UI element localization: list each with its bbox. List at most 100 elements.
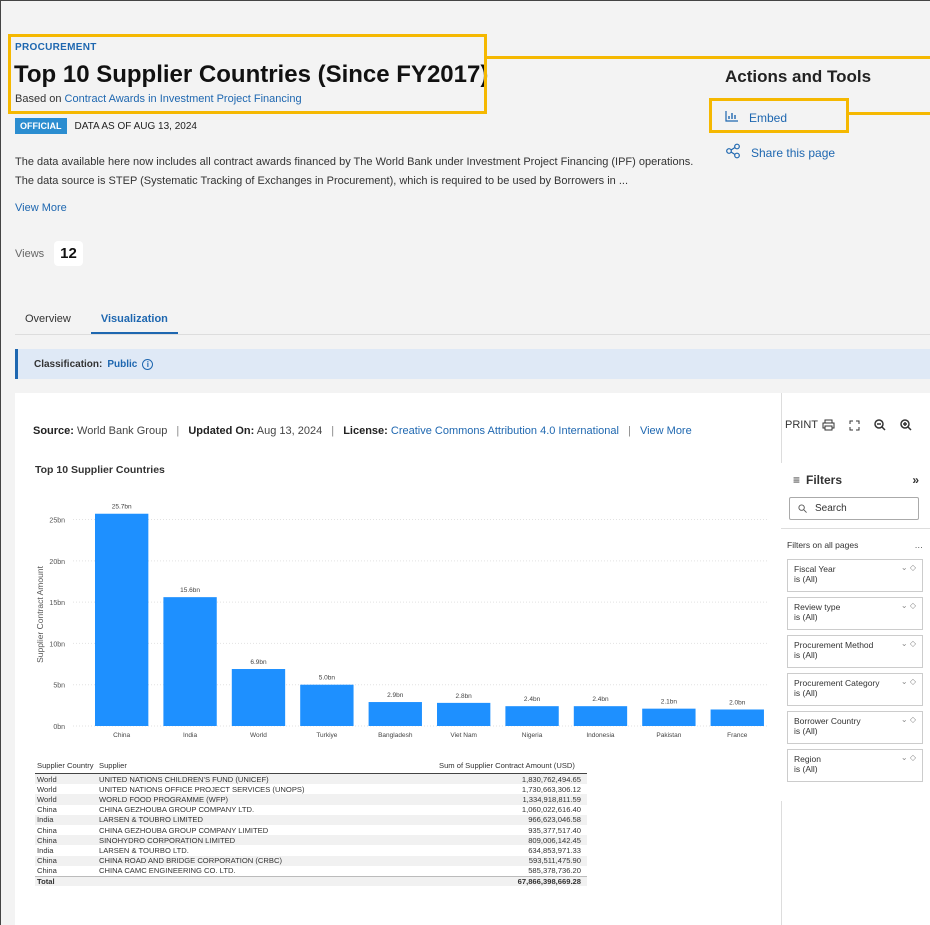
bar [95, 513, 149, 726]
cell-supplier: CHINA GEZHOUBA GROUP COMPANY LTD. [99, 805, 255, 815]
zoom-in-icon[interactable] [900, 419, 912, 431]
tab-overview[interactable]: Overview [15, 307, 81, 334]
x-tick-label: Bangladesh [378, 732, 413, 739]
chevron-down-icon[interactable]: ⌄ ◇ [901, 601, 916, 611]
search-placeholder: Search [815, 503, 847, 514]
col-header-country[interactable]: Supplier Country [35, 761, 99, 770]
supplier-table: Supplier Country Supplier Sum of Supplie… [35, 758, 587, 887]
cell-supplier: UNITED NATIONS CHILDREN'S FUND (UNICEF) [99, 774, 269, 784]
bar-chart: Top 10 Supplier Countries Supplier Contra… [35, 464, 767, 739]
col-header-amount[interactable]: Sum of Supplier Contract Amount (USD) [429, 761, 587, 770]
bar [437, 702, 491, 726]
total-value: 67,866,398,669.28 [517, 876, 581, 886]
filter-name: Procurement Category [794, 678, 880, 688]
x-tick-label: Indonesia [586, 732, 615, 739]
cell-country: China [37, 805, 57, 815]
filter-card[interactable]: Procurement Method is (All) ⌄ ◇ [787, 635, 923, 668]
cell-country: China [37, 835, 57, 845]
bar [163, 597, 217, 726]
table-row: China CHINA GEZHOUBA GROUP COMPANY LIMITE… [35, 825, 587, 835]
x-tick-label: Viet Nam [450, 732, 477, 739]
chevron-down-icon[interactable]: ⌄ ◇ [901, 677, 916, 687]
bar [368, 702, 422, 726]
collapse-pane-icon[interactable]: » [912, 473, 919, 487]
view-more-link[interactable]: View More [15, 202, 67, 214]
embed-button[interactable]: Embed [725, 110, 787, 125]
cell-country: World [37, 784, 57, 794]
tab-visualization[interactable]: Visualization [90, 307, 178, 334]
filter-search-input[interactable]: Search [789, 497, 919, 520]
license-link[interactable]: Creative Commons Attribution 4.0 Interna… [391, 425, 619, 437]
table-row: China CHINA ROAD AND BRIDGE CORPORATION (… [35, 855, 587, 866]
table-total-row: Total 67,866,398,669.28 [35, 875, 587, 887]
cell-amount: 1,730,663,306.12 [521, 784, 581, 794]
cell-country: China [37, 825, 57, 835]
share-button[interactable]: Share this page [725, 143, 835, 162]
cell-amount: 935,377,517.40 [528, 825, 581, 835]
cell-supplier: CHINA CAMC ENGINEERING CO. LTD. [99, 866, 236, 876]
print-label: PRINT [785, 419, 818, 431]
info-icon[interactable]: i [142, 358, 154, 370]
chevron-down-icon[interactable]: ⌄ ◇ [901, 563, 916, 573]
table-header: Supplier Country Supplier Sum of Supplie… [35, 758, 587, 774]
bar [573, 706, 628, 726]
bar [231, 669, 286, 726]
official-badge: OFFICIAL [15, 118, 67, 134]
data-label: 2.0bn [729, 699, 746, 706]
print-button[interactable]: PRINT [785, 419, 835, 431]
chevron-down-icon[interactable]: ⌄ ◇ [901, 715, 916, 725]
fullscreen-icon[interactable] [849, 420, 860, 431]
cell-amount: 809,006,142.45 [528, 835, 581, 845]
x-tick-label: World [250, 732, 267, 739]
page: PROCUREMENT Top 10 Supplier Countries (S… [0, 0, 930, 925]
description-line: The data source is STEP (Systematic Trac… [15, 175, 629, 187]
bar [642, 708, 696, 726]
cell-amount: 634,853,971.33 [528, 845, 581, 855]
filter-card[interactable]: Fiscal Year is (All) ⌄ ◇ [787, 559, 923, 592]
separator: | [331, 425, 335, 437]
bar [505, 706, 559, 726]
filters-title-wrap: ≡ Filters [793, 473, 842, 487]
filter-card[interactable]: Procurement Category is (All) ⌄ ◇ [787, 673, 923, 706]
col-header-supplier[interactable]: Supplier [99, 761, 429, 770]
filter-card[interactable]: Review type is (All) ⌄ ◇ [787, 597, 923, 630]
filter-name: Region [794, 754, 821, 764]
bar [300, 684, 354, 726]
y-tick-label: 5bn [53, 683, 65, 690]
filter-cards: Fiscal Year is (All) ⌄ ◇ Review type is (All… [781, 559, 930, 782]
cell-amount: 1,060,022,616.40 [521, 805, 581, 815]
source-label: Source: [33, 425, 74, 437]
cell-country: World [37, 794, 57, 804]
classification-bar: Classification: Public i [15, 349, 930, 379]
cell-country: India [37, 815, 54, 825]
chevron-down-icon[interactable]: ⌄ ◇ [901, 639, 916, 649]
table-row: World UNITED NATIONS OFFICE PROJECT SERVI… [35, 784, 587, 794]
zoom-out-icon[interactable] [874, 419, 886, 431]
data-label: 2.4bn [592, 696, 609, 703]
filter-card[interactable]: Borrower Country is (All) ⌄ ◇ [787, 711, 923, 744]
bar-chart-icon [725, 110, 739, 125]
filter-state: is (All) [794, 764, 818, 774]
viz-view-more-link[interactable]: View More [640, 425, 692, 437]
license-label: License: [343, 425, 388, 437]
filters-header: ≡ Filters » [781, 463, 930, 493]
y-tick-label: 20bn [49, 559, 65, 566]
cell-amount: 966,623,046.58 [528, 815, 581, 825]
table-row: India LARSEN & TOURBO LTD. 634,853,971.33 [35, 845, 587, 855]
filter-icon: ≡ [793, 473, 801, 487]
highlight-connector [487, 56, 930, 59]
chevron-down-icon[interactable]: ⌄ ◇ [901, 753, 916, 763]
highlight-connector-embed [849, 112, 930, 115]
share-label: Share this page [751, 145, 836, 160]
cell-amount: 593,511,475.90 [528, 856, 581, 866]
filter-card[interactable]: Region is (All) ⌄ ◇ [787, 749, 923, 782]
data-label: 25.7bn [112, 504, 132, 511]
data-as-of: DATA AS OF AUG 13, 2024 [74, 120, 197, 132]
description-line: The data available here now includes all… [15, 156, 694, 168]
tab-bar: Overview Visualization [15, 307, 930, 335]
separator: | [176, 425, 180, 437]
views-count: 12 [54, 241, 83, 266]
filters-title: Filters [806, 473, 843, 487]
more-options-icon[interactable]: … [915, 540, 924, 550]
cell-amount: 1,334,918,811.59 [522, 794, 581, 804]
